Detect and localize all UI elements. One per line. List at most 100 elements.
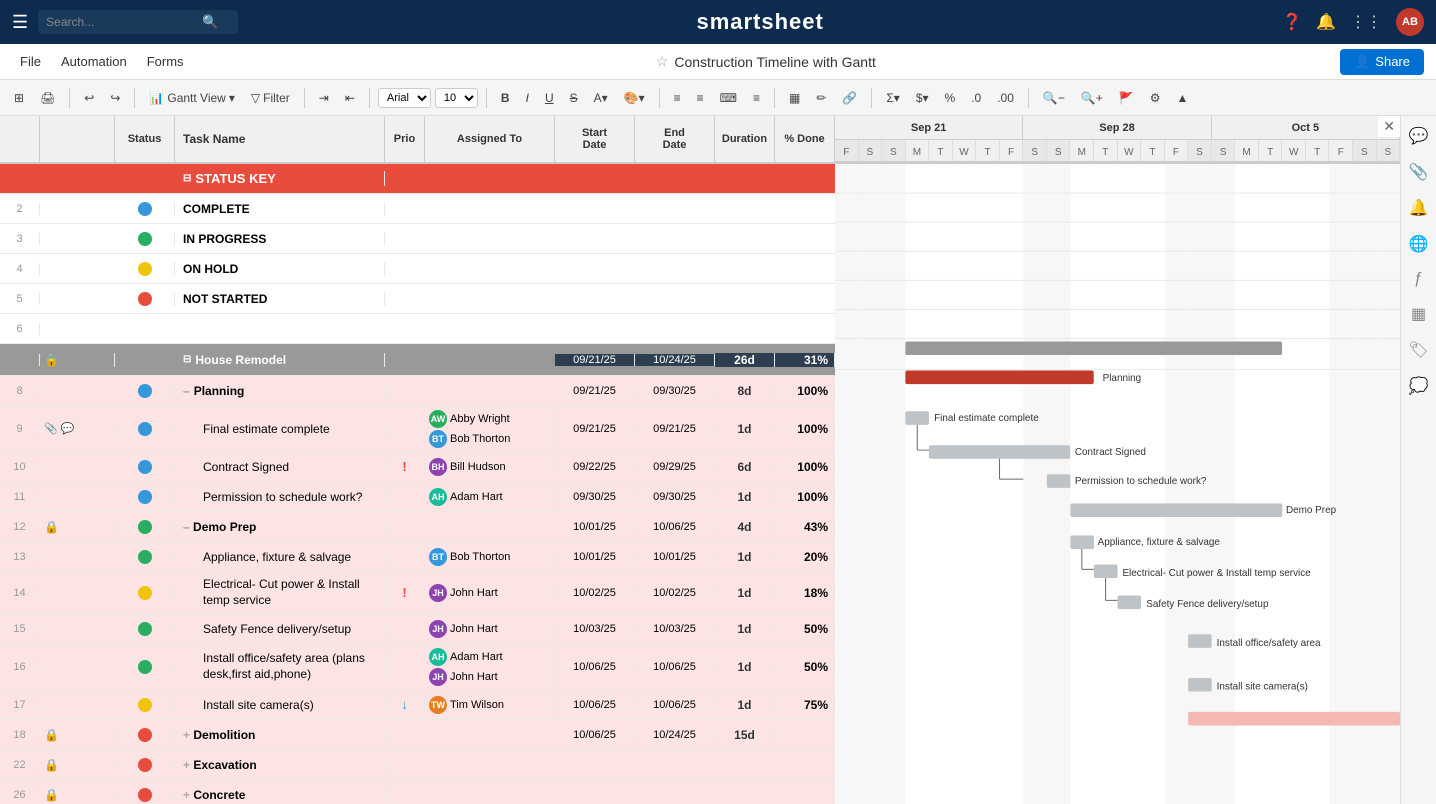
help-icon[interactable]: ❓ bbox=[1282, 12, 1302, 32]
italic-btn[interactable]: I bbox=[520, 88, 535, 108]
menu-forms[interactable]: Forms bbox=[139, 50, 192, 73]
indent-btn[interactable]: ⇥ bbox=[313, 88, 335, 108]
cell-task[interactable]: ⊟ House Remodel bbox=[175, 353, 385, 367]
cell-end: 09/30/25 bbox=[635, 385, 715, 397]
cell-task[interactable]: Permission to schedule work? bbox=[175, 490, 385, 504]
cell-dur: 1d bbox=[715, 586, 775, 600]
panel-grid-icon[interactable]: ▦ bbox=[1411, 304, 1426, 324]
redo-btn[interactable]: ↪ bbox=[104, 88, 126, 108]
undo-btn[interactable]: ↩ bbox=[78, 88, 100, 108]
row-num: 7 bbox=[0, 354, 40, 366]
zoom-in-btn[interactable]: 🔍+ bbox=[1075, 88, 1109, 108]
star-icon[interactable]: ☆ bbox=[656, 53, 669, 70]
menu-automation[interactable]: Automation bbox=[53, 50, 135, 73]
cell-dur: 8d bbox=[715, 384, 775, 398]
attachment-icon[interactable]: 📎 bbox=[44, 422, 58, 435]
cell-start: 09/30/25 bbox=[555, 491, 635, 503]
row-num: 13 bbox=[0, 551, 40, 563]
fill-color-btn[interactable]: 🎨▾ bbox=[618, 88, 651, 108]
align-wrap-btn[interactable]: ⌨ bbox=[714, 88, 743, 108]
print-btn[interactable]: 🖨 bbox=[34, 88, 61, 108]
cell-task[interactable]: ON HOLD bbox=[175, 262, 385, 276]
cell-task[interactable]: Final estimate complete bbox=[175, 422, 385, 436]
cell-task[interactable]: COMPLETE bbox=[175, 202, 385, 216]
zoom-out-btn[interactable]: 🔍− bbox=[1037, 88, 1071, 108]
currency-btn[interactable]: $▾ bbox=[910, 88, 935, 108]
panel-bubble-icon[interactable]: 💭 bbox=[1409, 376, 1429, 396]
gantt-view-btn[interactable]: 📊 Gantt View ▾ bbox=[143, 88, 240, 108]
cell-dur: 1d bbox=[715, 698, 775, 712]
flag-btn[interactable]: 🚩 bbox=[1113, 88, 1140, 108]
cell-task[interactable]: – Demo Prep bbox=[175, 520, 385, 534]
filter-btn[interactable]: ▽ Filter bbox=[245, 88, 296, 108]
settings-btn[interactable]: ⚙ bbox=[1144, 88, 1167, 108]
cell-prio: ! bbox=[385, 585, 425, 600]
share-button[interactable]: 👤 Share bbox=[1340, 49, 1424, 75]
table-btn[interactable]: ▦ bbox=[783, 88, 806, 108]
task-label: NOT STARTED bbox=[183, 292, 267, 306]
panel-formula-icon[interactable]: ƒ bbox=[1414, 270, 1423, 288]
link-btn[interactable]: 🔗 bbox=[836, 88, 863, 108]
cell-end: 10/01/25 bbox=[635, 551, 715, 563]
cell-task[interactable]: + Demolition bbox=[175, 728, 385, 742]
cell-dur: 1d bbox=[715, 622, 775, 636]
menu-file[interactable]: File bbox=[12, 50, 49, 73]
strikethrough-btn[interactable]: S bbox=[564, 88, 584, 108]
align-left-btn[interactable]: ≡ bbox=[668, 88, 687, 108]
task-label: Install office/safety area (plans desk,f… bbox=[203, 651, 376, 682]
search-input[interactable] bbox=[46, 15, 196, 29]
notification-icon[interactable]: 🔔 bbox=[1316, 12, 1336, 32]
gantt-day-t4: T bbox=[1141, 140, 1165, 162]
cell-start: 10/01/25 bbox=[555, 521, 635, 533]
cell-task[interactable]: Install site camera(s) bbox=[175, 698, 385, 712]
svg-text:Permission to schedule work?: Permission to schedule work? bbox=[1075, 476, 1207, 487]
gantt-day-f2: F bbox=[1000, 140, 1024, 162]
cell-task[interactable]: IN PROGRESS bbox=[175, 232, 385, 246]
cell-task[interactable]: Safety Fence delivery/setup bbox=[175, 622, 385, 636]
panel-attach-icon[interactable]: 📎 bbox=[1409, 162, 1429, 182]
apps-icon[interactable]: ⋮⋮ bbox=[1350, 12, 1382, 32]
font-size-select[interactable]: 10 bbox=[435, 88, 478, 108]
table-row: 16 Install office/safety area (plans des… bbox=[0, 644, 835, 690]
panel-tag-icon[interactable]: 🏷 bbox=[1408, 340, 1428, 360]
cell-assigned: JH John Hart bbox=[425, 620, 555, 638]
align-center-btn[interactable]: ≡ bbox=[691, 88, 710, 108]
comment-icon[interactable]: 💬 bbox=[61, 422, 75, 435]
cell-task[interactable]: Contract Signed bbox=[175, 460, 385, 474]
cell-start: 10/06/25 bbox=[555, 729, 635, 741]
cell-task[interactable]: Electrical- Cut power & Install temp ser… bbox=[175, 577, 385, 608]
cell-task[interactable]: – Planning bbox=[175, 384, 385, 398]
cell-icons: 🔒 bbox=[40, 353, 115, 367]
cell-task[interactable]: Install office/safety area (plans desk,f… bbox=[175, 651, 385, 682]
underline-btn[interactable]: U bbox=[539, 88, 560, 108]
bold-btn[interactable]: B bbox=[495, 88, 516, 108]
cell-task[interactable]: ⊟ STATUS KEY bbox=[175, 171, 385, 186]
panel-notification-icon[interactable]: 🔔 bbox=[1409, 198, 1429, 218]
cell-task[interactable]: + Concrete bbox=[175, 788, 385, 802]
grid-view-btn[interactable]: ⊞ bbox=[8, 88, 30, 108]
decimal-dec-btn[interactable]: .0 bbox=[965, 88, 987, 108]
collapse-btn[interactable]: ▲ bbox=[1171, 88, 1195, 108]
panel-globe-icon[interactable]: 🌐 bbox=[1409, 234, 1429, 254]
percent-btn[interactable]: % bbox=[939, 88, 962, 108]
highlight-btn[interactable]: ✏ bbox=[810, 88, 832, 108]
cell-task[interactable]: + Excavation bbox=[175, 758, 385, 772]
text-color-btn[interactable]: A▾ bbox=[588, 88, 614, 108]
panel-chat-icon[interactable]: 💬 bbox=[1409, 126, 1429, 146]
align-right-btn[interactable]: ≡ bbox=[747, 88, 766, 108]
cell-pct: 100% bbox=[775, 490, 835, 504]
task-label: ON HOLD bbox=[183, 262, 238, 276]
hamburger-icon[interactable]: ☰ bbox=[12, 12, 28, 33]
search-box[interactable]: 🔍 bbox=[38, 10, 238, 34]
close-gantt-btn[interactable]: ✕ bbox=[1378, 116, 1400, 137]
sum-btn[interactable]: Σ▾ bbox=[880, 88, 905, 108]
table-row: ⊟ STATUS KEY bbox=[0, 164, 835, 194]
cell-task[interactable]: Appliance, fixture & salvage bbox=[175, 550, 385, 564]
outdent-btn[interactable]: ⇤ bbox=[339, 88, 361, 108]
gantt-week-row: Sep 21 Sep 28 Oct 5 bbox=[835, 116, 1400, 140]
cell-task[interactable]: NOT STARTED bbox=[175, 292, 385, 306]
decimal-inc-btn[interactable]: .00 bbox=[991, 88, 1020, 108]
row-num: 15 bbox=[0, 623, 40, 635]
font-select[interactable]: Arial bbox=[378, 88, 431, 108]
avatar[interactable]: AB bbox=[1396, 8, 1424, 36]
